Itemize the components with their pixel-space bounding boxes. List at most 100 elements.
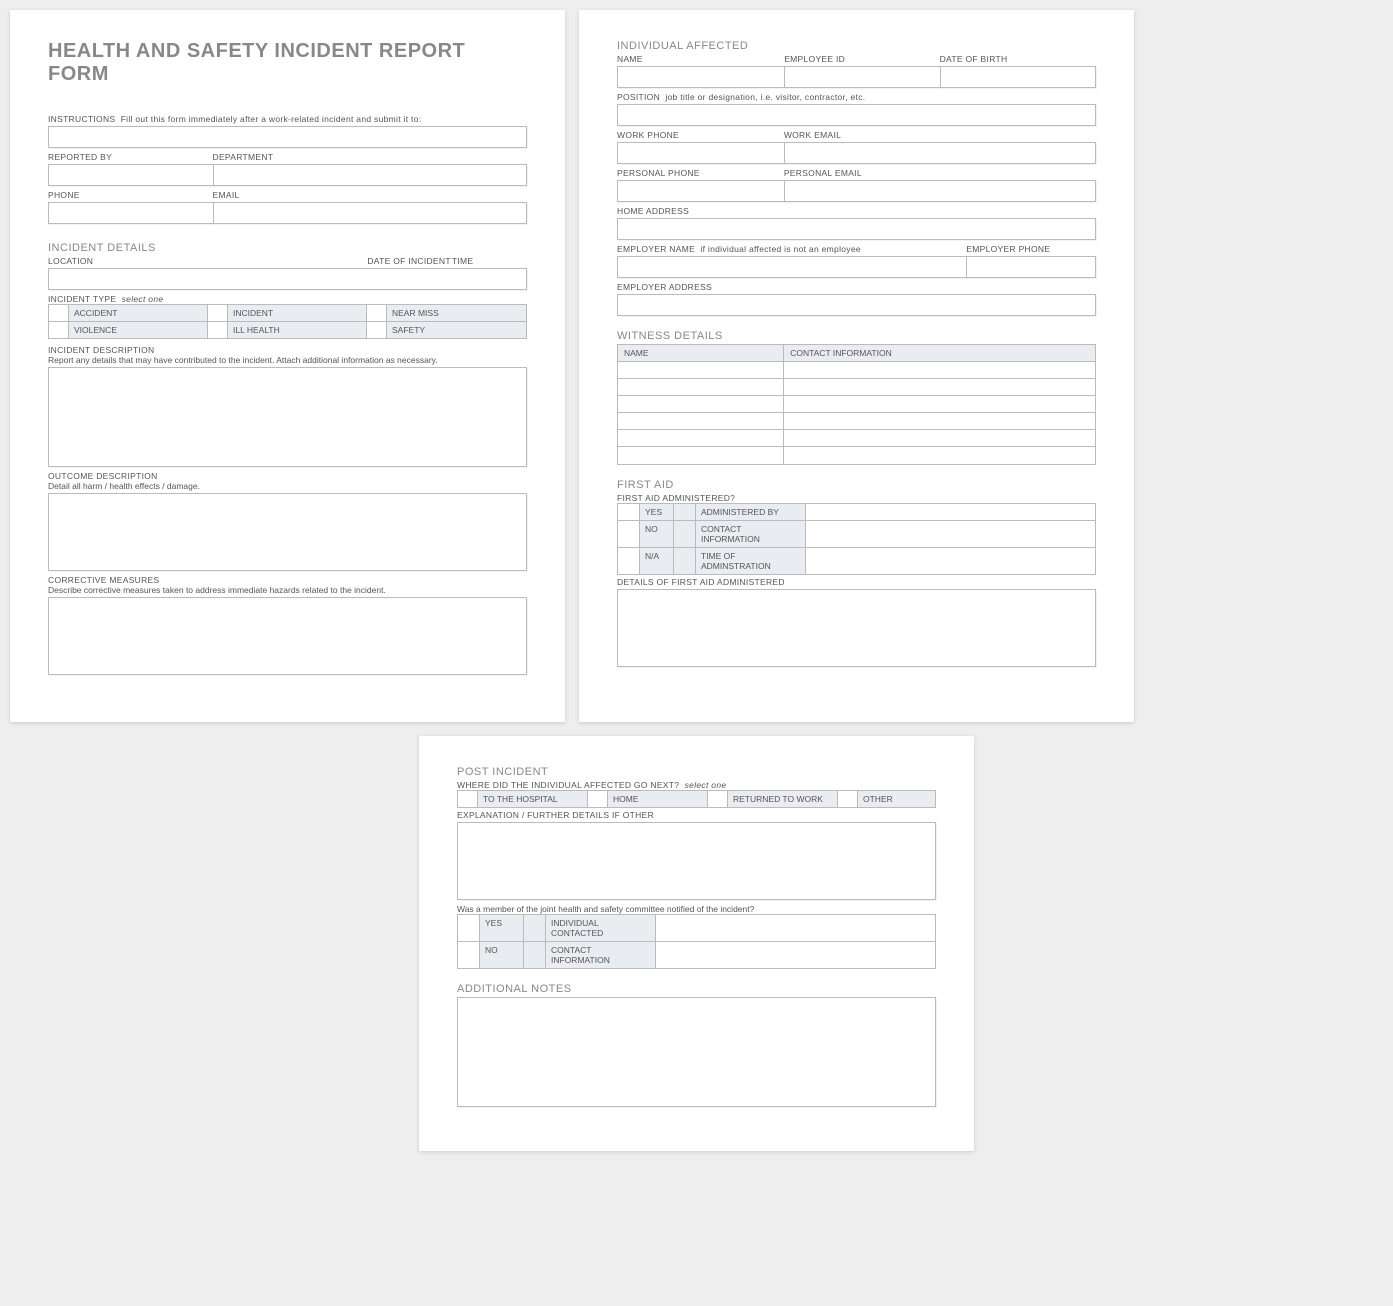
fa-no-check[interactable] bbox=[618, 521, 640, 548]
post-incident-grid: TO THE HOSPITAL HOME RETURNED TO WORK OT… bbox=[457, 790, 936, 808]
fa-contact-field[interactable] bbox=[806, 521, 1095, 548]
type-check-nearmiss[interactable] bbox=[367, 305, 387, 322]
witness-contact-header: CONTACT INFORMATION bbox=[784, 345, 1095, 362]
emp-id-label: EMPLOYEE ID bbox=[784, 54, 940, 64]
pi-other-check[interactable] bbox=[838, 791, 858, 807]
fa-admin-by-label: ADMINISTERED BY bbox=[696, 504, 806, 521]
outcome-field[interactable] bbox=[48, 493, 527, 571]
witness-row-name[interactable] bbox=[618, 447, 784, 464]
dob-field[interactable] bbox=[940, 66, 1096, 88]
position-field[interactable] bbox=[617, 104, 1096, 126]
committee-grid: YES INDIVIDUAL CONTACTED NO CONTACT INFO… bbox=[457, 914, 936, 969]
incident-type-label: INCIDENT TYPE select one bbox=[48, 294, 527, 304]
explanation-field[interactable] bbox=[457, 822, 936, 900]
cm-no-check[interactable] bbox=[458, 942, 480, 968]
type-check-illhealth[interactable] bbox=[208, 322, 228, 338]
individual-heading: INDIVIDUAL AFFECTED bbox=[617, 40, 1096, 52]
home-address-label: HOME ADDRESS bbox=[617, 206, 689, 216]
pi-other-label: OTHER bbox=[858, 791, 935, 807]
witness-row-name[interactable] bbox=[618, 362, 784, 379]
fa-details-field[interactable] bbox=[617, 589, 1096, 667]
employer-address-label: EMPLOYER ADDRESS bbox=[617, 282, 712, 292]
incident-description-field[interactable] bbox=[48, 367, 527, 467]
type-check-safety[interactable] bbox=[367, 322, 387, 338]
witness-row-contact[interactable] bbox=[784, 362, 1095, 379]
instructions-label-text: INSTRUCTIONS bbox=[48, 114, 115, 124]
instructions-field[interactable] bbox=[48, 126, 527, 148]
incident-details-heading: INCIDENT DETAILS bbox=[48, 242, 527, 254]
personal-phone-label: PERSONAL PHONE bbox=[617, 168, 785, 178]
witness-row-contact[interactable] bbox=[784, 413, 1095, 430]
where-select-one: select one bbox=[685, 780, 727, 790]
cm-spacer bbox=[524, 942, 546, 968]
witness-row-name[interactable] bbox=[618, 379, 784, 396]
type-check-violence[interactable] bbox=[49, 322, 69, 338]
employer-name-note: if individual affected is not an employe… bbox=[700, 244, 861, 254]
incident-type-grid: ACCIDENT INCIDENT NEAR MISS VIOLENCE ILL… bbox=[48, 304, 527, 339]
personal-phone-field[interactable] bbox=[617, 180, 785, 202]
outcome-label: OUTCOME DESCRIPTION bbox=[48, 471, 527, 481]
work-phone-field[interactable] bbox=[617, 142, 785, 164]
employer-phone-field[interactable] bbox=[966, 256, 1096, 278]
fa-time-label: TIME OF ADMINSTRATION bbox=[696, 548, 806, 574]
position-label-text: POSITION bbox=[617, 92, 660, 102]
witness-row-contact[interactable] bbox=[784, 430, 1095, 447]
fa-time-field[interactable] bbox=[806, 548, 1095, 574]
fa-admin-by-field[interactable] bbox=[806, 504, 1095, 521]
corrective-field[interactable] bbox=[48, 597, 527, 675]
witness-row-contact[interactable] bbox=[784, 396, 1095, 413]
pi-hospital-check[interactable] bbox=[458, 791, 478, 807]
pi-home-check[interactable] bbox=[588, 791, 608, 807]
fa-no-label: NO bbox=[640, 521, 674, 548]
type-check-accident[interactable] bbox=[49, 305, 69, 322]
pi-returned-label: RETURNED TO WORK bbox=[728, 791, 838, 807]
phone-label: PHONE bbox=[48, 190, 214, 200]
employer-name-label-text: EMPLOYER NAME bbox=[617, 244, 695, 254]
location-date-time-field[interactable] bbox=[48, 268, 527, 290]
additional-notes-field[interactable] bbox=[457, 997, 936, 1107]
type-check-incident[interactable] bbox=[208, 305, 228, 322]
employer-address-field[interactable] bbox=[617, 294, 1096, 316]
department-label: DEPARTMENT bbox=[213, 152, 527, 162]
ind-name-field[interactable] bbox=[617, 66, 785, 88]
witness-row-contact[interactable] bbox=[784, 379, 1095, 396]
witness-row-name[interactable] bbox=[618, 430, 784, 447]
witness-row-name[interactable] bbox=[618, 413, 784, 430]
incident-description-note: Report any details that may have contrib… bbox=[48, 355, 527, 365]
witness-name-header: NAME bbox=[618, 345, 784, 362]
email-field[interactable] bbox=[213, 202, 527, 224]
pi-home-label: HOME bbox=[608, 791, 708, 807]
cm-contact-info-field[interactable] bbox=[656, 942, 935, 968]
corrective-label: CORRECTIVE MEASURES bbox=[48, 575, 527, 585]
form-title: HEALTH AND SAFETY INCIDENT REPORT FORM bbox=[48, 40, 527, 86]
position-note: job title or designation, i.e. visitor, … bbox=[665, 92, 865, 102]
fa-yes-check[interactable] bbox=[618, 504, 640, 521]
fa-yes-label: YES bbox=[640, 504, 674, 521]
employer-name-field[interactable] bbox=[617, 256, 967, 278]
corrective-note: Describe corrective measures taken to ad… bbox=[48, 585, 527, 595]
location-label: LOCATION bbox=[48, 256, 367, 266]
instructions-label: INSTRUCTIONS Fill out this form immediat… bbox=[48, 114, 527, 124]
emp-id-field[interactable] bbox=[784, 66, 940, 88]
employer-phone-label: EMPLOYER PHONE bbox=[966, 244, 1096, 254]
cm-spacer bbox=[524, 915, 546, 942]
home-address-field[interactable] bbox=[617, 218, 1096, 240]
reported-by-field[interactable] bbox=[48, 164, 214, 186]
work-email-label: WORK EMAIL bbox=[784, 130, 1096, 140]
personal-email-field[interactable] bbox=[784, 180, 1096, 202]
fa-spacer bbox=[674, 521, 696, 548]
fa-na-check[interactable] bbox=[618, 548, 640, 574]
email-label: EMAIL bbox=[213, 190, 527, 200]
witness-row-name[interactable] bbox=[618, 396, 784, 413]
witness-row-contact[interactable] bbox=[784, 447, 1095, 464]
department-field[interactable] bbox=[213, 164, 527, 186]
date-label: DATE OF INCIDENT bbox=[367, 256, 452, 266]
instructions-text: Fill out this form immediately after a w… bbox=[121, 114, 422, 124]
cm-yes-check[interactable] bbox=[458, 915, 480, 942]
phone-field[interactable] bbox=[48, 202, 214, 224]
type-violence: VIOLENCE bbox=[69, 322, 208, 338]
pi-returned-check[interactable] bbox=[708, 791, 728, 807]
cm-ind-contacted-field[interactable] bbox=[656, 915, 935, 942]
work-email-field[interactable] bbox=[784, 142, 1096, 164]
fa-spacer bbox=[674, 548, 696, 574]
